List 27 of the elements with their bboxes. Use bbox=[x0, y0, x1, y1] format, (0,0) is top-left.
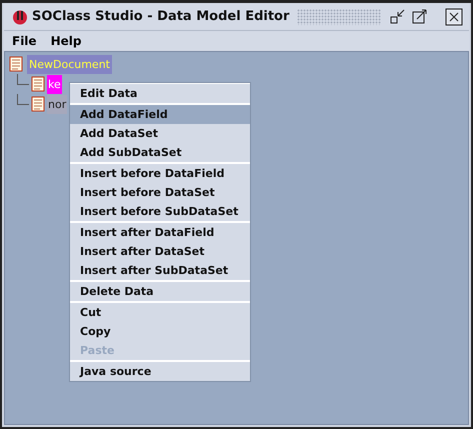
context-menu-item[interactable]: Add DataField bbox=[70, 105, 250, 124]
context-menu-item[interactable]: Copy bbox=[70, 322, 250, 341]
context-menu-item[interactable]: Insert after DataSet bbox=[70, 242, 250, 261]
menu-item[interactable]: File bbox=[12, 34, 37, 48]
context-menu-item[interactable]: Delete Data bbox=[70, 282, 250, 301]
app-logo-icon bbox=[12, 8, 28, 24]
tree-connector-icon bbox=[17, 74, 29, 85]
document-icon bbox=[31, 96, 45, 112]
context-menu-item[interactable]: Insert after DataField bbox=[70, 223, 250, 242]
tree-node[interactable]: nor bbox=[47, 94, 68, 114]
context-menu-item[interactable]: Insert before DataField bbox=[70, 164, 250, 183]
close-icon[interactable] bbox=[445, 8, 463, 26]
context-menu-item[interactable]: Cut bbox=[70, 303, 250, 322]
menu-item[interactable]: Help bbox=[50, 34, 82, 48]
maximize-icon[interactable] bbox=[411, 8, 429, 26]
tree-connector-icon bbox=[17, 94, 29, 105]
context-menu-item[interactable]: Add DataSet bbox=[70, 124, 250, 143]
minimize-icon[interactable] bbox=[389, 8, 407, 26]
document-icon bbox=[9, 56, 23, 72]
window-title: SOClass Studio - Data Model Editor bbox=[32, 9, 290, 24]
context-menu-item[interactable]: Insert before DataSet bbox=[70, 183, 250, 202]
context-menu-item[interactable]: Insert after SubDataSet bbox=[70, 261, 250, 280]
document-icon bbox=[31, 76, 45, 92]
context-menu-item[interactable]: Edit Data bbox=[70, 84, 250, 103]
context-menu-item[interactable]: Java source bbox=[70, 362, 250, 381]
context-menu-item[interactable]: Insert before SubDataSet bbox=[70, 202, 250, 221]
context-menu-item[interactable]: Add SubDataSet bbox=[70, 143, 250, 162]
